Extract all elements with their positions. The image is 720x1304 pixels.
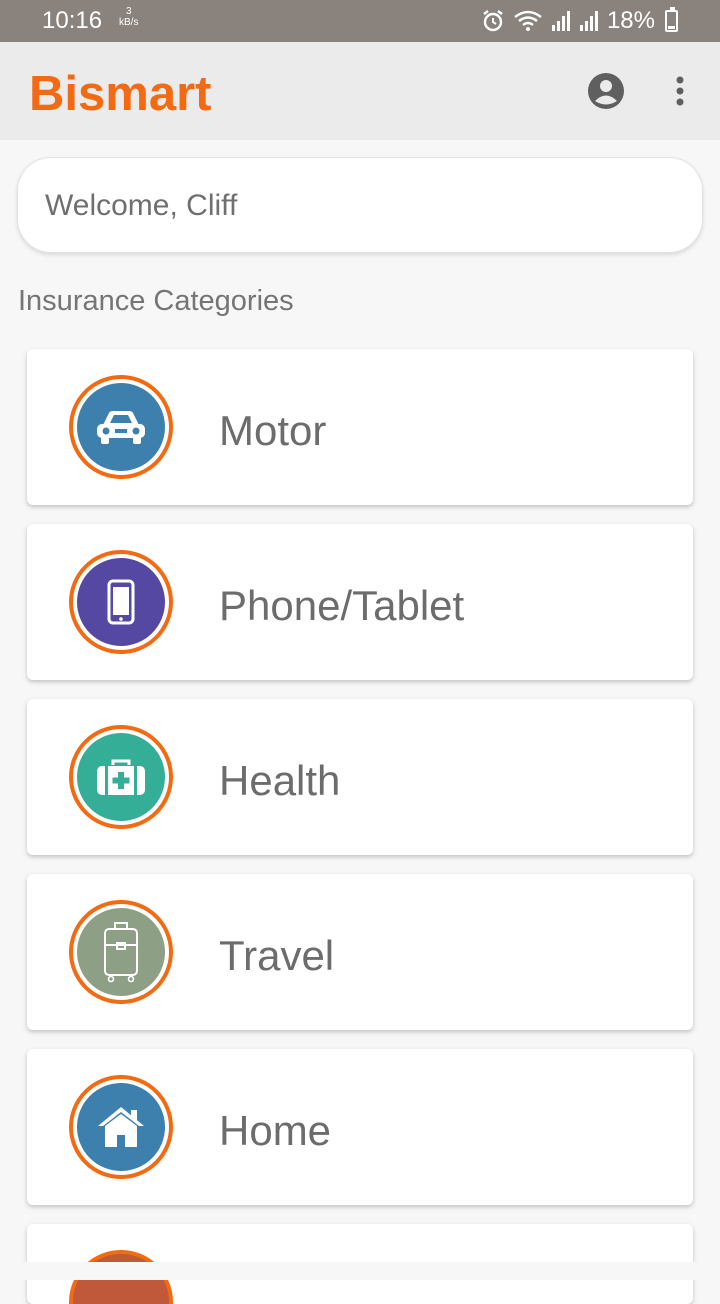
network-speed-value: 3 [125, 6, 132, 17]
category-icon-ring [69, 725, 173, 829]
wifi-icon [514, 10, 542, 31]
more-options-icon[interactable] [668, 72, 692, 110]
app-title: Bismart [29, 67, 212, 121]
category-label: Health [219, 757, 341, 804]
category-card-motor[interactable]: Motor [27, 349, 693, 505]
section-title: Insurance Categories [18, 285, 294, 317]
category-label: Phone/Tablet [219, 582, 465, 629]
welcome-text: Welcome, Cliff [45, 189, 238, 222]
category-icon-ring [69, 550, 173, 654]
signal-icon-1 [551, 11, 570, 31]
phone-icon [77, 558, 165, 646]
alarm-icon [483, 10, 503, 32]
category-card-phone-tablet[interactable]: Phone/Tablet [27, 524, 693, 680]
battery-percent: 18% [606, 7, 655, 34]
app-bar: Bismart [0, 42, 720, 140]
category-label: Motor [219, 407, 327, 454]
bottom-edge [0, 1262, 720, 1280]
status-bar: 10:16 3 kB/s 18% [0, 0, 720, 42]
category-label: Travel [219, 932, 335, 979]
category-list: Motor Phone/Tablet Health Travel Home [27, 349, 693, 1224]
category-card-travel[interactable]: Travel [27, 874, 693, 1030]
suitcase-icon [77, 908, 165, 996]
first-aid-kit-icon [77, 733, 165, 821]
home-icon [77, 1083, 165, 1171]
status-time: 10:16 [42, 7, 103, 34]
category-icon-ring [69, 1075, 173, 1179]
account-icon[interactable] [587, 72, 625, 110]
category-icon-ring [69, 900, 173, 1004]
category-card-home[interactable]: Home [27, 1049, 693, 1205]
category-icon-ring [69, 375, 173, 479]
welcome-card: Welcome, Cliff [17, 157, 703, 253]
network-speed-unit: kB/s [119, 17, 139, 28]
network-speed: 3 kB/s [119, 6, 138, 28]
category-card-health[interactable]: Health [27, 699, 693, 855]
signal-icon-2 [579, 11, 598, 31]
car-icon [77, 383, 165, 471]
status-icons: 18% [481, 7, 678, 35]
category-label: Home [219, 1107, 332, 1154]
battery-icon [665, 7, 678, 32]
